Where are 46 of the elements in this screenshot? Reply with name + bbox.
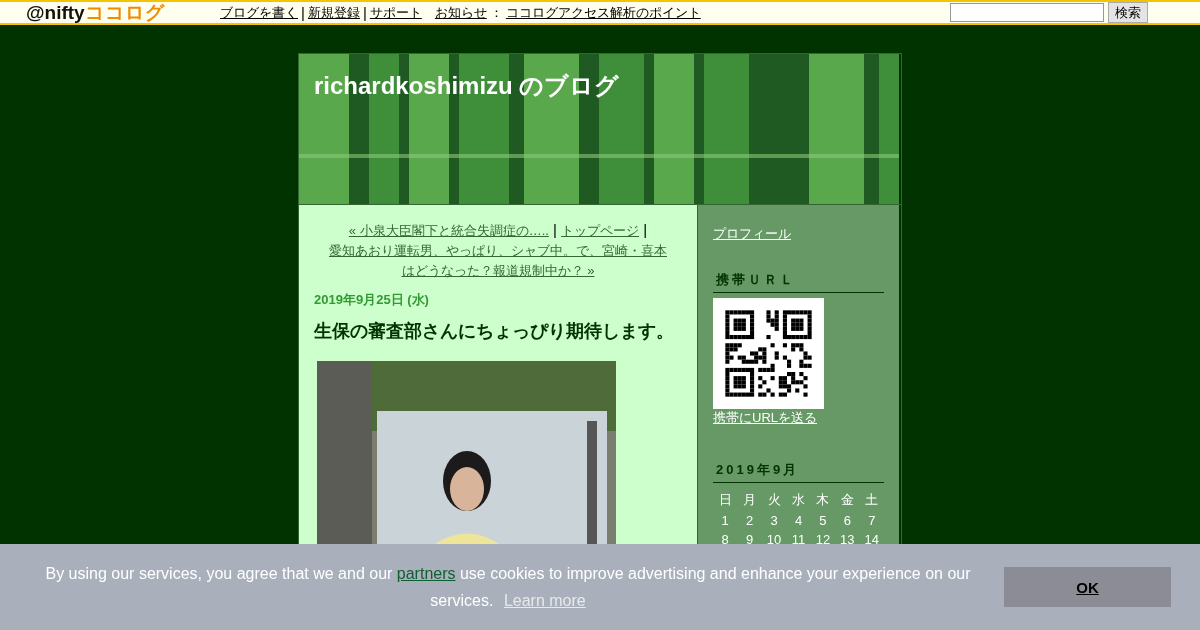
separator: | — [552, 221, 558, 238]
weekday-label: 水 — [791, 491, 806, 509]
calendar-day: 7 — [859, 513, 884, 528]
nav-link[interactable]: 新規登録 — [307, 3, 360, 22]
post-date: 2019年9月25日 (水) — [314, 291, 430, 309]
calendar-day: 4 — [786, 513, 811, 528]
sidebar-heading: 2019年9月 — [713, 461, 884, 483]
separator: | — [642, 221, 648, 238]
ok-button[interactable]: OK — [1004, 567, 1171, 607]
calendar-day: 3 — [761, 513, 787, 528]
calendar-day: 9 — [737, 532, 762, 547]
search-field[interactable] — [950, 3, 1104, 22]
weekday-label: 土 — [864, 491, 880, 509]
colon: ： — [489, 3, 503, 22]
calendar-day: 11 — [786, 532, 811, 547]
calendar-day: 6 — [835, 513, 860, 528]
calendar-day: 2 — [737, 513, 762, 528]
calendar-day: 13 — [835, 532, 860, 547]
sidebar-heading: 携帯ＵＲＬ — [713, 271, 884, 293]
separator: | — [362, 4, 367, 21]
blog-title: richardkoshimizu のブログ — [314, 71, 620, 101]
partners-link[interactable]: partners — [396, 565, 456, 582]
logo-text: ココログ — [84, 0, 165, 25]
calendar-day: 5 — [810, 513, 836, 528]
search-button[interactable]: 検索 — [1108, 2, 1148, 23]
calendar-day: 14 — [859, 532, 884, 547]
notice-link[interactable]: ココログアクセス解析のポイント — [505, 3, 701, 22]
logo-text: @nifty — [26, 1, 85, 24]
post-title: 生保の審査部さんにちょっぴり期待します。 — [314, 320, 675, 343]
notice-link[interactable]: お知らせ — [434, 3, 487, 22]
nav-link[interactable]: サポート — [369, 3, 422, 22]
weekday-label: 日 — [717, 491, 733, 509]
nav-link[interactable]: トップページ — [561, 223, 640, 238]
nav-link[interactable]: « 小泉大臣閣下と統合失調症の….. — [348, 223, 549, 238]
weekday-label: 木 — [815, 491, 831, 509]
nav-link[interactable]: 愛知あおり運転男、やっぱり、シャブ中。で、宮崎・喜本はどうなった？報道規制中か？ » — [329, 241, 667, 281]
calendar-day: 10 — [761, 532, 787, 547]
calendar-day: 12 — [810, 532, 836, 547]
cookie-notice: By using our services, you agree that we and our partners use cookies to improve advertising and enhance your experience on our services. Learn more — [44, 564, 972, 611]
weekday-label: 金 — [839, 491, 855, 509]
separator: | — [301, 4, 305, 21]
weekday-label: 月 — [742, 491, 758, 509]
calendar-day: 1 — [713, 513, 738, 528]
nav-link[interactable]: ブログを書く — [220, 3, 298, 22]
calendar-day: 8 — [713, 532, 738, 547]
weekday-label: 火 — [766, 491, 782, 509]
